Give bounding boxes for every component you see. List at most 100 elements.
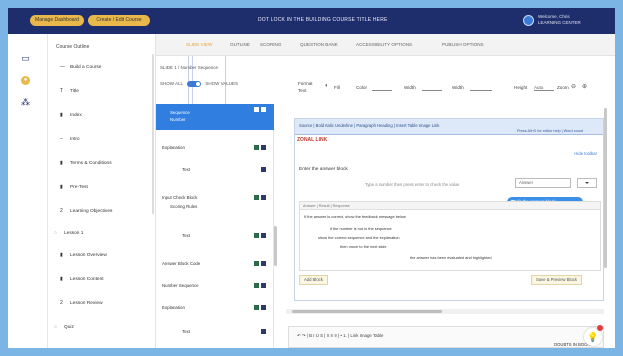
- tab-publish[interactable]: PUBLISH OPTIONS: [442, 42, 484, 47]
- zoom-out-icon[interactable]: ⊖: [571, 83, 576, 90]
- circle-icon: ◌: [54, 230, 57, 236]
- tree-scrollbar[interactable]: [274, 226, 277, 266]
- check-icon: 2: [60, 300, 63, 306]
- tree-node[interactable]: Number Sequence: [156, 280, 274, 292]
- secondary-editor[interactable]: ↶ ↷ | B I U S | ≡ ≡ ≡ | • 1. | Link Imag…: [288, 326, 604, 348]
- check-icon: 2: [60, 208, 63, 214]
- tab-question-bank[interactable]: QUESTION BANK: [300, 42, 338, 47]
- edit-course-pill[interactable]: Create / Edit Course: [88, 15, 150, 26]
- outline-item[interactable]: 2 Lesson Review: [60, 300, 103, 306]
- delete-icon[interactable]: [261, 107, 266, 112]
- code-block[interactable]: Answer | Result | Response If the answer…: [299, 201, 601, 271]
- answer-type-select[interactable]: [577, 178, 597, 188]
- outline-item[interactable]: ▮ Terms & Conditions: [60, 160, 112, 166]
- tab-slide-view[interactable]: SLIDE VIEW: [186, 42, 212, 47]
- fill-icon[interactable]: ◐: [325, 83, 329, 89]
- outline-scrollbar[interactable]: [152, 54, 154, 214]
- delete-icon[interactable]: [261, 261, 266, 266]
- notification-dot: [597, 325, 603, 331]
- tree-node[interactable]: Explanation: [156, 302, 274, 314]
- answer-input[interactable]: Answer: [515, 178, 571, 188]
- outline-item[interactable]: – Intro: [60, 136, 80, 142]
- editor-toolbar-buttons[interactable]: Source | Bold Italic Underline | Paragra…: [299, 123, 439, 128]
- outline-item[interactable]: ▮ Pre-Test: [60, 184, 88, 190]
- bars-icon: ▮: [60, 112, 63, 118]
- delete-icon[interactable]: [261, 283, 266, 288]
- zoom-in-icon[interactable]: ⊕: [582, 83, 587, 90]
- top-navigation-bar: Manage Dashboard Create / Edit Course He…: [8, 8, 615, 348]
- editor-tab-bar: SLIDE VIEW OUTLINE SCORING QUESTION BANK…: [156, 34, 615, 56]
- user-profile[interactable]: Welcome, Chris LEARNING CENTER: [523, 14, 595, 28]
- window-icon[interactable]: ▭: [21, 54, 30, 63]
- format-label: Format: [298, 81, 313, 86]
- add-block-button[interactable]: Add Block: [299, 275, 328, 285]
- edit-icon[interactable]: [254, 145, 259, 150]
- delete-icon[interactable]: [261, 329, 266, 334]
- edit-icon[interactable]: [254, 107, 259, 112]
- cubes-icon[interactable]: ⁂: [21, 98, 30, 107]
- outline-item[interactable]: ▮ Lesson Overview: [60, 252, 107, 258]
- edit-icon[interactable]: [254, 233, 259, 238]
- height-field[interactable]: Auto: [534, 84, 554, 91]
- delete-icon[interactable]: [261, 195, 266, 200]
- toggle-label-right: SHOW VALUES: [205, 81, 239, 87]
- lightbulb-icon[interactable]: ●: [21, 76, 30, 85]
- tree-node[interactable]: Text: [156, 230, 274, 242]
- horizontal-scrollbar[interactable]: [286, 309, 604, 314]
- color-label: Color: [356, 85, 367, 90]
- height-label: Width: [452, 85, 464, 90]
- icon-rail: ▭ ● ⁂: [8, 34, 48, 348]
- editor-scrollbar[interactable]: [604, 108, 607, 268]
- width-field-2[interactable]: [470, 84, 492, 91]
- code-line: show the correct sequence and the explan…: [318, 235, 400, 240]
- edit-icon[interactable]: [254, 283, 259, 288]
- bars-icon: ▮: [60, 252, 63, 258]
- outline-item[interactable]: — Build a Course: [60, 64, 101, 70]
- tab-outline[interactable]: OUTLINE: [230, 42, 250, 47]
- outline-item[interactable]: ◌ Quiz: [54, 324, 74, 330]
- outline-item[interactable]: T Title: [60, 88, 79, 94]
- width-label: Width: [404, 85, 416, 90]
- edit-icon[interactable]: [254, 195, 259, 200]
- delete-icon[interactable]: [261, 167, 266, 172]
- color-field[interactable]: [372, 84, 392, 91]
- tree-node[interactable]: Explanation: [156, 142, 274, 154]
- code-line: then move to the next slide: [340, 244, 387, 249]
- edit-icon[interactable]: [254, 261, 259, 266]
- format-value[interactable]: Text: [298, 88, 306, 93]
- answer-block-heading: Enter the answer block: [299, 167, 348, 172]
- delete-icon[interactable]: [261, 233, 266, 238]
- outline-item[interactable]: ▮ Index: [60, 112, 82, 118]
- height-label-2: Height: [514, 85, 528, 90]
- hide-toolbar-link[interactable]: Hide toolbar: [574, 151, 597, 156]
- fill-label: Fill: [334, 85, 340, 90]
- save-preview-button[interactable]: Save & Preview Block: [531, 275, 582, 285]
- tree-node[interactable]: Text: [156, 164, 274, 176]
- tree-node[interactable]: Sequence Number: [156, 104, 274, 130]
- outline-item[interactable]: ◌ Lesson 1: [54, 230, 83, 236]
- bars-icon: ▮: [60, 184, 63, 190]
- outline-item[interactable]: 2 Learning Objectives: [60, 208, 112, 214]
- course-title: DOT LOCK IN THE BUILDING COURSE TITLE HE…: [258, 17, 388, 23]
- tab-scoring[interactable]: SCORING: [260, 42, 281, 47]
- width-field[interactable]: [422, 84, 442, 91]
- show-values-toggle[interactable]: [187, 81, 202, 87]
- code-line: if the number is not in the sequence: [330, 226, 392, 231]
- dash-icon: –: [60, 136, 63, 142]
- horizontal-scroll-thumb[interactable]: [292, 310, 442, 313]
- outline-heading: Course Outline: [56, 44, 90, 50]
- tab-accessibility[interactable]: ACCESSIBILITY OPTIONS: [356, 42, 412, 47]
- dashboard-pill[interactable]: Manage Dashboard: [30, 15, 84, 26]
- delete-icon[interactable]: [261, 145, 266, 150]
- tree-node[interactable]: Answer Block Code: [156, 258, 274, 270]
- secondary-editor-toolbar[interactable]: ↶ ↷ | B I U S | ≡ ≡ ≡ | • 1. | Link Imag…: [297, 333, 383, 339]
- globe-avatar-icon: [523, 15, 534, 26]
- delete-icon[interactable]: [261, 305, 266, 310]
- course-outline-panel: Course Outline — Build a Course T Title ▮ I…: [48, 34, 156, 348]
- editor-brand: ZONAL LINK: [297, 137, 328, 143]
- outline-item[interactable]: ▮ Lesson Content: [60, 276, 104, 282]
- rich-text-editor[interactable]: Source | Bold Italic Underline | Paragra…: [294, 118, 604, 301]
- edit-icon[interactable]: [254, 305, 259, 310]
- tree-node[interactable]: Input Check Block Scoring Rules: [156, 192, 274, 214]
- tree-node[interactable]: Text: [156, 326, 274, 338]
